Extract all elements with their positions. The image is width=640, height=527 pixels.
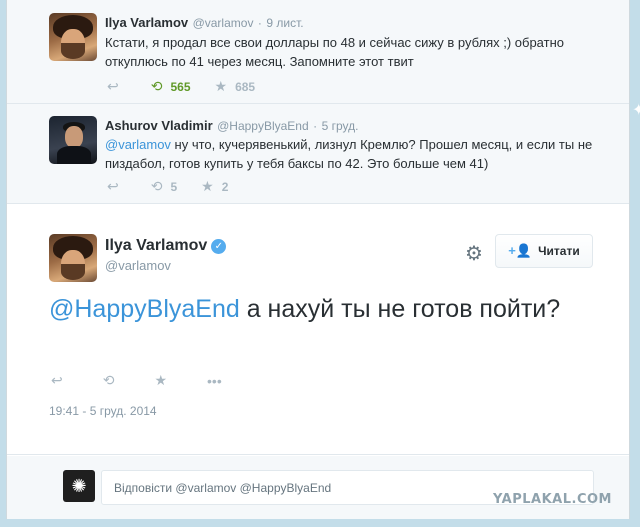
retweet-count: 5 xyxy=(170,179,178,194)
tweet-context-2[interactable]: Ashurov Vladimir @HappyBlyaEnd · 5 груд.… xyxy=(7,104,629,204)
tweet-text: @HappyBlyaEnd а нахуй ты не готов пойти? xyxy=(49,293,569,325)
favorite-button[interactable]: ★ 685 xyxy=(215,78,256,95)
reply-button[interactable]: ↩ xyxy=(107,178,127,195)
star-icon: ★ xyxy=(201,178,214,194)
favorite-button[interactable]: ★ xyxy=(154,372,175,389)
tweet-actions: ↩ ⟲ 5 ★ 2 xyxy=(107,178,252,195)
watermark: YAPLAKAL.COM xyxy=(493,492,612,507)
retweet-icon: ⟲ xyxy=(150,78,163,94)
more-icon: ••• xyxy=(207,372,222,389)
tweet-context-1[interactable]: Ilya Varlamov @varlamov · 9 лист. Кстати… xyxy=(7,0,629,104)
author-name[interactable]: Ashurov Vladimir xyxy=(105,118,213,133)
add-user-icon: +👤 xyxy=(508,243,533,258)
author-handle[interactable]: @HappyBlyaEnd xyxy=(217,119,309,133)
separator: · xyxy=(257,16,262,30)
tweet-header: Ilya Varlamov @varlamov · 9 лист. xyxy=(105,14,304,32)
separator: · xyxy=(313,119,318,133)
tweet-thread: Ilya Varlamov @varlamov · 9 лист. Кстати… xyxy=(6,0,630,519)
tweet-date[interactable]: 9 лист. xyxy=(266,16,303,30)
retweet-button[interactable]: ⟲ xyxy=(103,372,123,389)
author-name[interactable]: Ilya Varlamov xyxy=(105,237,207,254)
favorite-count: 685 xyxy=(235,79,256,94)
retweet-icon: ⟲ xyxy=(150,178,163,194)
author-name[interactable]: Ilya Varlamov xyxy=(105,15,188,30)
reply-button[interactable]: ↩ xyxy=(107,78,127,95)
more-button[interactable]: ••• xyxy=(207,373,230,389)
follow-label: Читати xyxy=(538,244,580,258)
tweet-actions: ↩ ⟲ 565 ★ 685 xyxy=(107,78,279,95)
retweet-count: 565 xyxy=(170,79,191,94)
avatar: ✺ xyxy=(63,470,95,502)
author-handle[interactable]: @varlamov xyxy=(105,258,171,273)
tweet-header: Ashurov Vladimir @HappyBlyaEnd · 5 груд. xyxy=(105,117,358,135)
author-handle[interactable]: @varlamov xyxy=(193,16,254,30)
reply-prefix: Відповісти xyxy=(114,481,176,495)
star-icon: ★ xyxy=(154,372,168,388)
tweet-header: Ilya Varlamov ✓ xyxy=(105,237,227,255)
permalink-tweet: Ilya Varlamov ✓ @varlamov ⚙ +👤 Читати @Ha… xyxy=(7,205,629,455)
retweet-icon: ⟲ xyxy=(102,372,115,388)
verified-icon: ✓ xyxy=(211,239,227,254)
avatar[interactable] xyxy=(49,13,97,61)
tweet-text-body: ну что, кучерявенький, лизнул Кремлю? Пр… xyxy=(105,137,593,171)
tweet-text: Кстати, я продал все свои доллары по 48 … xyxy=(105,35,564,69)
tweet-timestamp[interactable]: 19:41 - 5 груд. 2014 xyxy=(49,404,157,418)
mention-link[interactable]: @varlamov xyxy=(105,137,171,152)
favorite-count: 2 xyxy=(221,179,229,194)
reply-icon: ↩ xyxy=(107,178,119,194)
avatar[interactable] xyxy=(49,234,97,282)
gear-icon[interactable]: ⚙ xyxy=(465,241,483,266)
sparkle-icon: ✦ xyxy=(632,102,640,119)
tweet-text: @varlamov ну что, кучерявенький, лизнул … xyxy=(105,135,595,173)
retweet-button[interactable]: ⟲ 5 xyxy=(151,178,177,195)
reply-icon: ↩ xyxy=(51,372,63,388)
tweet-text-body: а нахуй ты не готов пойти? xyxy=(239,295,561,323)
avatar[interactable] xyxy=(49,116,97,164)
favorite-button[interactable]: ★ 2 xyxy=(201,178,228,195)
mention-link[interactable]: @HappyBlyaEnd xyxy=(49,295,240,323)
retweet-button[interactable]: ⟲ 565 xyxy=(151,78,191,95)
reply-icon: ↩ xyxy=(107,78,119,94)
tweet-date[interactable]: 5 груд. xyxy=(322,119,359,133)
reply-mentions: @varlamov @HappyBlyaEnd xyxy=(175,481,332,495)
tweet-actions: ↩ ⟲ ★ ••• xyxy=(51,372,254,389)
follow-button[interactable]: +👤 Читати xyxy=(495,234,593,268)
star-icon: ★ xyxy=(214,78,228,94)
reply-area: ✺ Відповісти @varlamov @HappyBlyaEnd xyxy=(7,456,629,519)
reply-button[interactable]: ↩ xyxy=(51,372,71,389)
